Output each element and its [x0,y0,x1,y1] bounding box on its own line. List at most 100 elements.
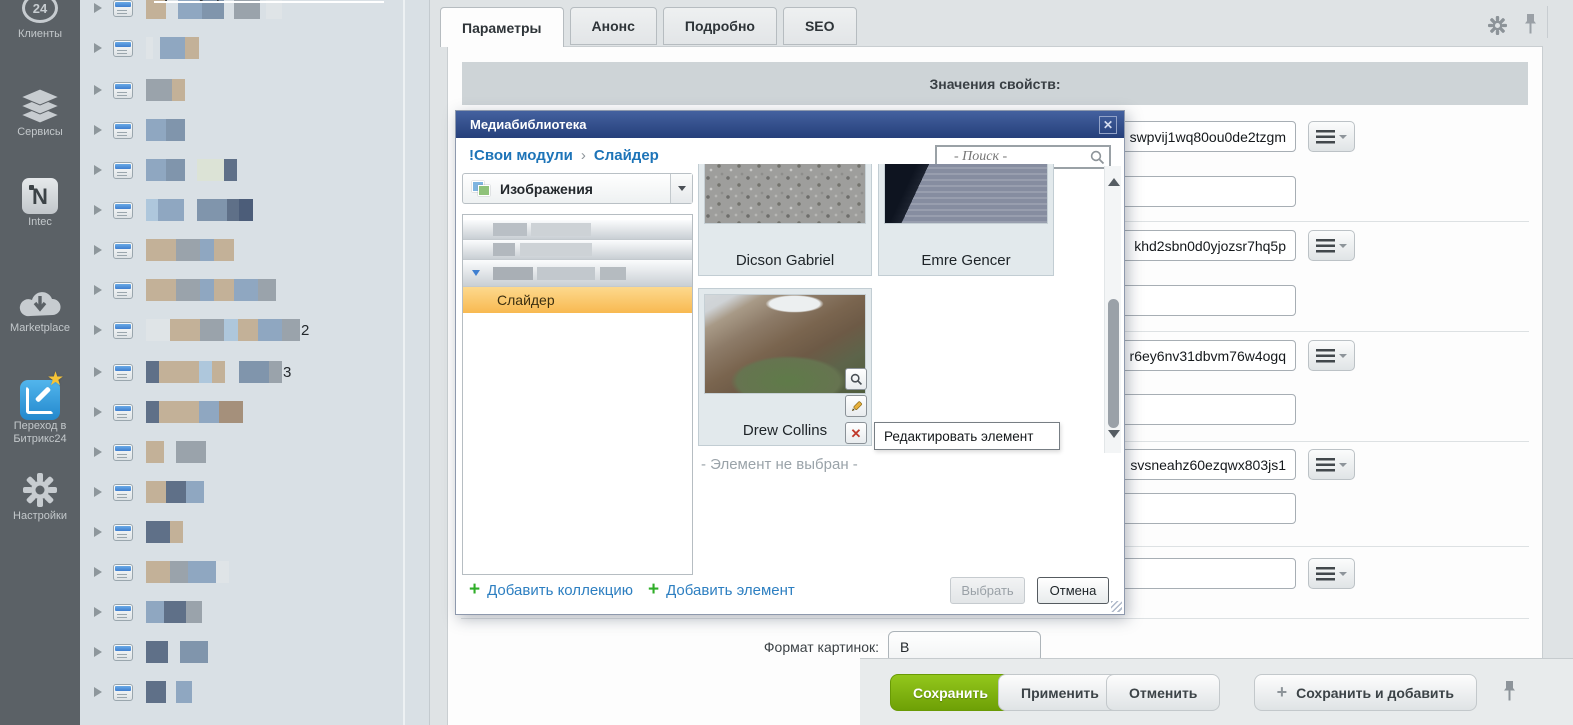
collection-group-blurred[interactable] [463,220,692,240]
tree-item[interactable] [80,518,410,546]
chevron-right-icon [94,165,102,175]
property-menu-button[interactable] [1308,558,1355,589]
property-menu-button[interactable] [1308,449,1355,480]
tree-item[interactable] [80,438,410,466]
scrollbar-thumb[interactable] [1108,299,1119,428]
blurred-text-block [176,239,200,261]
edit-pencil-icon[interactable] [845,395,867,417]
collection-type-dropdown[interactable]: Изображения [462,173,693,204]
zoom-magnifier-icon[interactable] [845,368,867,390]
pin-icon[interactable] [1503,680,1516,703]
delete-x-icon[interactable]: ✕ [845,422,867,444]
chevron-down-icon [1339,135,1347,139]
breadcrumb-root-link[interactable]: !Свои модули [469,147,573,164]
tab-анонс[interactable]: Анонс [570,7,657,45]
media-item-card[interactable]: Emre Gencer [878,164,1054,276]
tab-параметры[interactable]: Параметры [440,7,564,47]
scroll-down-icon[interactable] [1108,430,1120,438]
blurred-text-block [188,561,216,583]
tree-item[interactable] [80,196,410,224]
tree-item[interactable] [80,398,410,426]
plus-icon: + [648,579,659,601]
cancel-modal-button[interactable]: Отмена [1037,577,1109,604]
sidebar-item-clients[interactable]: 24Клиенты [0,0,80,41]
blurred-text-block [166,159,185,181]
media-item-name: Emre Gencer [879,252,1053,269]
resize-handle-icon[interactable] [1111,601,1122,612]
tree-item[interactable] [80,156,410,184]
page-icon [113,684,133,701]
format-select-value: В [900,639,909,655]
settings-gear-icon[interactable] [1488,16,1507,35]
blurred-text-block [180,641,208,663]
blurred-text-block [146,239,176,261]
apply-button[interactable]: Применить [998,674,1122,711]
marketplace-cloud-icon [0,282,80,322]
tab-seo[interactable]: SEO [783,7,857,45]
blurred-text-block [172,79,185,101]
images-icon [472,181,490,196]
blurred-text-block [238,319,258,341]
sidebar-item-bitrix24[interactable]: ★Переход в Битрикс24 [0,380,80,446]
breadcrumb-current-link[interactable]: Слайдер [594,147,659,164]
chevron-expanded-icon [472,270,480,276]
tree-item[interactable]: Преимущества ? [80,0,410,22]
tree-item[interactable] [80,236,410,264]
tree-item[interactable]: 2 [80,316,410,344]
chevron-right-icon [94,205,102,215]
chevron-down-icon [1339,463,1347,467]
collection-group-expanded[interactable] [463,260,692,287]
media-item-card[interactable]: Drew Collins✕ [698,288,872,446]
scroll-up-icon[interactable] [1108,178,1120,186]
hamburger-icon [1316,349,1335,363]
collection-item-slider[interactable]: Слайдер [463,287,692,313]
property-menu-button[interactable] [1308,230,1355,261]
properties-header: Значения свойств: [462,62,1528,105]
blurred-text-block [186,601,202,623]
blurred-text-block [197,199,227,221]
sidebar-item-intec[interactable]: NIntec [0,176,80,229]
collection-group-blurred[interactable] [463,240,692,260]
tree-item[interactable] [80,116,410,144]
add-element-link[interactable]: + Добавить элемент [648,579,795,601]
modal-titlebar[interactable]: Медиабиблиотека ✕ [456,111,1124,138]
save-and-add-button[interactable]: +Сохранить и добавить [1254,674,1477,711]
add-collection-link[interactable]: + Добавить коллекцию [469,579,633,601]
blurred-text-block [258,279,276,301]
chevron-right-icon [94,85,102,95]
bitrix24-transition-icon: ★ [0,380,80,420]
tab-подробно[interactable]: Подробно [663,7,777,45]
blurred-text-block [170,521,183,543]
tree-item[interactable] [80,76,410,104]
tree-item[interactable] [80,478,410,506]
chevron-right-icon [94,647,102,657]
sidebar-item-services[interactable]: Сервисы [0,86,80,139]
tree-item[interactable]: 3 [80,358,410,386]
chevron-right-icon [94,285,102,295]
blurred-text-block [200,279,214,301]
save-button[interactable]: Сохранить [890,674,1011,711]
property-menu-button[interactable] [1308,121,1355,152]
tree-item[interactable] [80,558,410,586]
cancel-button[interactable]: Отменить [1106,674,1220,711]
chevron-right-icon [94,527,102,537]
property-menu-button[interactable] [1308,340,1355,371]
sidebar-item-marketplace[interactable]: Marketplace [0,282,80,335]
tree-item[interactable] [80,598,410,626]
sidebar-item-settings[interactable]: Настройки [0,470,80,523]
blurred-text-block [214,239,234,261]
media-item-card[interactable]: Dicson Gabriel [698,164,872,276]
pin-icon[interactable] [1524,13,1537,36]
tree-item[interactable] [80,638,410,666]
tree-item[interactable] [80,276,410,304]
blurred-text-block [146,79,172,101]
blurred-text-block [146,601,164,623]
close-icon[interactable]: ✕ [1099,116,1117,134]
blurred-text-block [146,319,170,341]
blurred-text-block [146,521,170,543]
tree-item[interactable] [80,34,410,62]
select-button[interactable]: Выбрать [950,577,1025,604]
tree-item[interactable] [80,678,410,706]
search-input[interactable] [937,149,1090,165]
blurred-text-block [170,319,200,341]
